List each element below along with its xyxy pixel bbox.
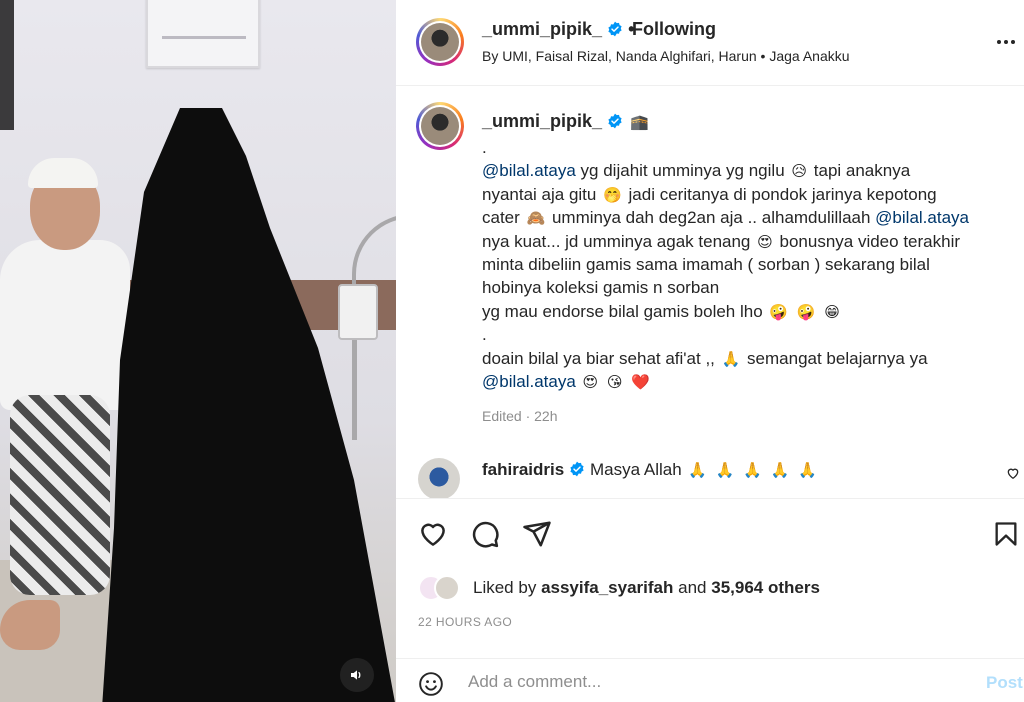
love-emoji: 😍	[757, 232, 773, 251]
mention-link[interactable]: @bilal.ataya	[482, 161, 576, 180]
commenter-username[interactable]: fahiraidris	[482, 460, 585, 480]
verified-badge-icon	[570, 461, 584, 477]
volume-button[interactable]	[340, 658, 374, 692]
lamp-pole	[352, 340, 357, 440]
kiss-emoji: 😘	[606, 373, 623, 392]
boy-cap	[28, 158, 98, 188]
post-details-panel: _ummi_pipik_ • Following By UMI, Faisal …	[396, 0, 1024, 702]
caption-line: .	[482, 325, 487, 345]
likes-summary: Liked by assyifa_syarifah and 35,964 oth…	[473, 578, 820, 597]
commenter-avatar[interactable]	[418, 458, 460, 498]
post-comment-button[interactable]: Post	[986, 673, 1023, 693]
mention-link[interactable]: @bilal.ataya	[482, 372, 576, 391]
bookmark-icon	[995, 522, 1017, 546]
pray-emoji: 🙏	[715, 461, 735, 479]
pray-emoji: 🙏	[743, 461, 762, 479]
grin-emoji: 😁	[824, 302, 840, 321]
collab-subtitle[interactable]: By UMI, Faisal Rizal, Nanda Alghifari, H…	[482, 48, 850, 64]
liker-avatar	[434, 575, 460, 601]
post-actions: Liked by assyifa_syarifah and 35,964 oth…	[396, 498, 1024, 658]
caption-line: minta dibeliin gamis sama imamah ( sorba…	[482, 255, 930, 275]
edited-timestamp: Edited · 22h	[482, 408, 558, 424]
author-username[interactable]: _ummi_pipik_ •	[482, 19, 634, 40]
verified-badge-icon	[608, 21, 622, 37]
sad-emoji: 😥	[791, 162, 808, 181]
likes-count-link[interactable]: 35,964 others	[711, 578, 820, 597]
verified-badge-icon	[608, 113, 622, 129]
comment-input[interactable]	[468, 667, 948, 697]
following-button[interactable]: Following	[632, 19, 716, 40]
woman-figure	[102, 108, 396, 702]
caption-line: @bilal.ataya 😍 😘 ❤️	[482, 370, 1012, 393]
caption-line: nyantai aja gitu 🤭 jadi ceritanya di pon…	[482, 184, 937, 204]
caption-line: yg mau endorse bilal gamis boleh lho 🤪 🤪…	[482, 301, 840, 321]
share-button[interactable]	[522, 519, 552, 554]
boy-figure	[0, 240, 130, 410]
silly-emoji: 🤪	[769, 302, 789, 321]
caption-line: @bilal.ataya yg dijahit umminya yg ngilu…	[482, 161, 911, 181]
comment-text: Masya Allah 🙏 🙏 🙏 🙏 🙏	[590, 460, 817, 479]
liked-by-user-link[interactable]: assyifa_syarifah	[541, 578, 673, 597]
more-options-button[interactable]	[994, 30, 1018, 57]
door-edge	[0, 0, 14, 130]
liked-by-avatars[interactable]	[418, 575, 464, 601]
smiley-icon	[419, 672, 443, 696]
post-header: _ummi_pipik_ • Following By UMI, Faisal …	[396, 0, 1024, 86]
caption-line: doain bilal ya biar sehat afi'at ,, 🙏 se…	[482, 348, 928, 368]
love-emoji: 😍	[582, 373, 599, 392]
caption-text: . @bilal.ataya yg dijahit umminya yg ngi…	[482, 136, 1012, 393]
speaker-icon	[351, 670, 361, 680]
pray-emoji: 🙏	[688, 461, 708, 479]
post-video[interactable]	[0, 0, 396, 702]
heart-outline-icon	[421, 523, 445, 546]
comment-row: fahiraidris Masya Allah 🙏 🙏 🙏 🙏 🙏	[396, 456, 1024, 498]
kaaba-emoji: 🕋	[630, 113, 649, 131]
lamp-head	[338, 284, 378, 340]
caption-line: cater 🙈 umminya dah deg2an aja .. alhamd…	[482, 208, 969, 228]
silly-emoji: 🤪	[796, 302, 816, 321]
monkey-emoji: 🙈	[526, 209, 546, 228]
caption-line: nya kuat... jd umminya agak tenang 😍 bon…	[482, 231, 961, 251]
thinking-emoji: 🤭	[603, 185, 622, 204]
comment-button[interactable]	[470, 519, 500, 554]
author-avatar[interactable]	[416, 18, 464, 66]
boy-sarong	[10, 395, 110, 595]
pray-emoji: 🙏	[721, 349, 741, 368]
caption-line: .	[482, 138, 487, 157]
comment-like-button[interactable]	[1006, 466, 1020, 485]
paper-plane-icon	[523, 521, 551, 547]
like-button[interactable]	[418, 519, 448, 554]
heart-outline-icon	[1007, 468, 1019, 479]
pray-emoji: 🙏	[770, 461, 790, 479]
pray-emoji: 🙏	[798, 461, 817, 479]
more-horizontal-icon	[997, 40, 1015, 44]
post-time[interactable]: 22 HOURS AGO	[418, 615, 512, 629]
heart-emoji: ❤️	[631, 373, 650, 392]
caption-area: _ummi_pipik_ 🕋 . @bilal.ataya yg dijahit…	[396, 86, 1024, 498]
mention-link[interactable]: @bilal.ataya	[875, 208, 969, 227]
comment-bubble-icon	[472, 521, 499, 548]
caption-avatar[interactable]	[416, 102, 464, 150]
emoji-picker-button[interactable]	[418, 671, 444, 702]
comment-composer: Post	[396, 658, 1024, 702]
caption-username[interactable]: _ummi_pipik_ 🕋	[482, 111, 651, 132]
boy-foot	[0, 600, 60, 650]
save-button[interactable]	[992, 519, 1020, 554]
caption-line: hobinya koleksi gamis n sorban	[482, 278, 720, 298]
wall-certificate	[146, 0, 260, 68]
